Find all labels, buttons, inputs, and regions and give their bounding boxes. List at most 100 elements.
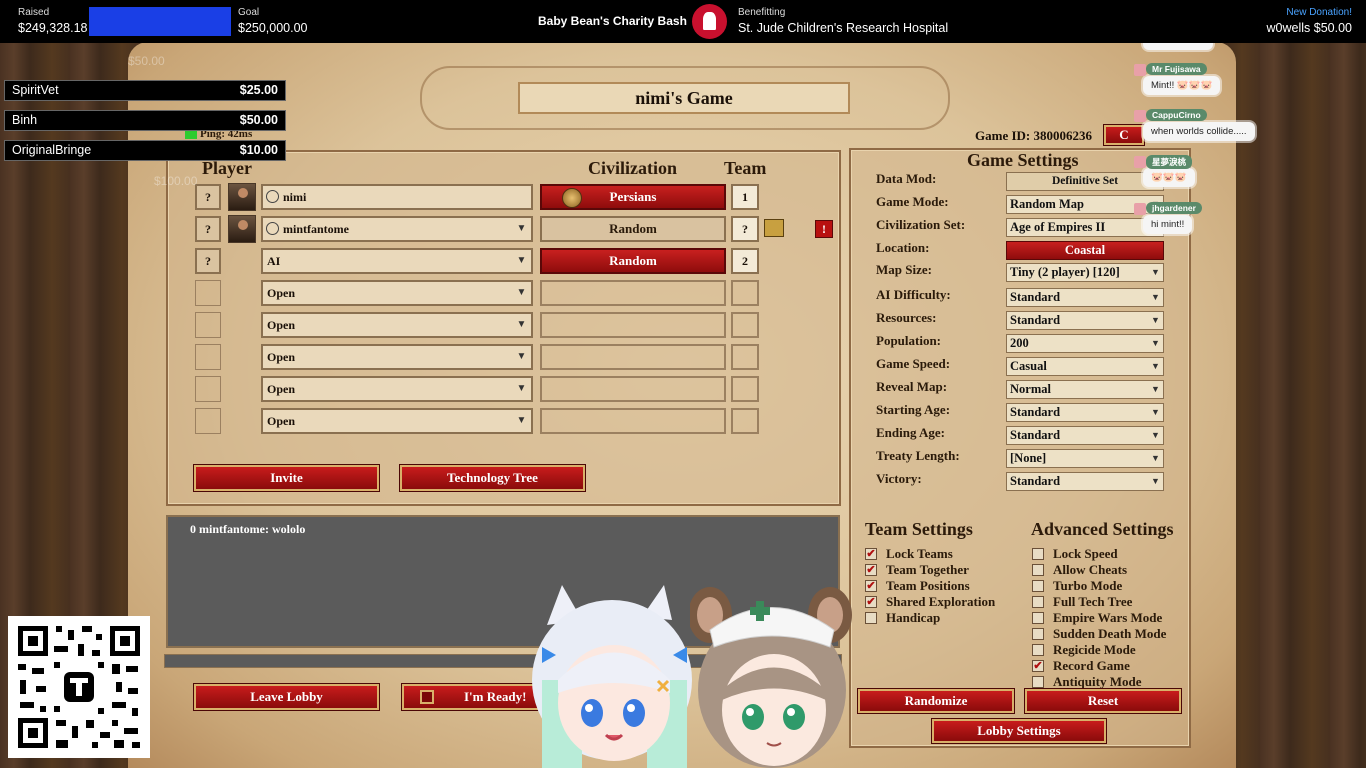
ending-age-select[interactable]: Standard ▼ bbox=[1006, 426, 1164, 445]
player-name: Open bbox=[267, 318, 296, 332]
player-slot[interactable]: Open ▼ bbox=[261, 312, 533, 338]
civilization-select[interactable] bbox=[540, 376, 726, 402]
setting-label: Game Speed: bbox=[876, 356, 951, 371]
checkbox-box[interactable] bbox=[1032, 612, 1044, 624]
player-slot[interactable]: Open ▼ bbox=[261, 376, 533, 402]
checkbox-label: Record Game bbox=[1053, 658, 1130, 673]
team-together-checkbox[interactable]: ✔ Team Together bbox=[865, 562, 969, 577]
team-select[interactable]: 2 bbox=[731, 248, 759, 274]
checkbox-box[interactable] bbox=[1032, 628, 1044, 640]
shared-exploration-checkbox[interactable]: ✔ Shared Exploration bbox=[865, 594, 995, 609]
player-slot[interactable]: nimi bbox=[261, 184, 533, 210]
chat-user-icon bbox=[1134, 203, 1146, 215]
checkbox-box[interactable] bbox=[1032, 644, 1044, 656]
chat-message: 0 mintfantome: wololo bbox=[190, 522, 306, 536]
player-color-button[interactable] bbox=[195, 376, 221, 402]
player-slot[interactable]: Open ▼ bbox=[261, 280, 533, 306]
player-slot[interactable]: mintfantome ▼ bbox=[261, 216, 533, 242]
player-color-button[interactable] bbox=[195, 408, 221, 434]
player-name: Open bbox=[267, 382, 296, 396]
ai-difficulty-select[interactable]: Standard ▼ bbox=[1006, 288, 1164, 307]
checkbox-box[interactable]: ✔ bbox=[865, 596, 877, 608]
team-select[interactable] bbox=[731, 376, 759, 402]
chevron-down-icon: ▼ bbox=[1151, 384, 1160, 394]
lobby-settings-button[interactable]: Lobby Settings bbox=[931, 718, 1107, 744]
player-color-button[interactable]: ? bbox=[195, 184, 221, 210]
kick-player-icon[interactable] bbox=[764, 219, 784, 237]
player-color-button[interactable] bbox=[195, 312, 221, 338]
randomize-button[interactable]: Randomize bbox=[857, 688, 1015, 714]
civilization-select[interactable] bbox=[540, 280, 726, 306]
map-size-select[interactable]: Tiny (2 player) [120] ▼ bbox=[1006, 263, 1164, 282]
advanced-settings-title: Advanced Settings bbox=[1031, 519, 1174, 539]
team-select[interactable] bbox=[731, 408, 759, 434]
checkbox-box[interactable]: ✔ bbox=[865, 580, 877, 592]
technology-tree-button[interactable]: Technology Tree bbox=[399, 464, 586, 492]
handicap-checkbox[interactable]: Handicap bbox=[865, 610, 940, 625]
stream-top-bar: Raised $249,328.18 Goal $250,000.00 Baby… bbox=[0, 0, 1366, 43]
checkbox-box[interactable] bbox=[865, 612, 877, 624]
checkbox-box[interactable] bbox=[1032, 548, 1044, 560]
reveal-map-select[interactable]: Normal ▼ bbox=[1006, 380, 1164, 399]
player-color-button[interactable] bbox=[195, 280, 221, 306]
checkbox-box[interactable] bbox=[1032, 676, 1044, 688]
team-select[interactable] bbox=[731, 344, 759, 370]
empire-wars-mode-checkbox[interactable]: Empire Wars Mode bbox=[1032, 610, 1162, 625]
setting-label: Location: bbox=[876, 240, 930, 255]
goal-value: $250,000.00 bbox=[238, 21, 308, 35]
player-color-button[interactable]: ? bbox=[195, 216, 221, 242]
header-player: Player bbox=[202, 158, 252, 178]
checkbox-box[interactable]: ✔ bbox=[865, 564, 877, 576]
team-select[interactable]: ? bbox=[731, 216, 759, 242]
record-game-checkbox[interactable]: ✔ Record Game bbox=[1032, 658, 1130, 673]
checkbox-label: Empire Wars Mode bbox=[1053, 610, 1163, 625]
select-value: Random Map bbox=[1010, 197, 1084, 211]
invite-button[interactable]: Invite bbox=[193, 464, 380, 492]
game-speed-select[interactable]: Casual ▼ bbox=[1006, 357, 1164, 376]
copy-id-button[interactable]: C bbox=[1103, 124, 1145, 146]
civilization-select[interactable]: Random bbox=[540, 216, 726, 242]
setting-label: Reveal Map: bbox=[876, 379, 948, 394]
victory-select[interactable]: Standard ▼ bbox=[1006, 472, 1164, 491]
sudden-death-mode-checkbox[interactable]: Sudden Death Mode bbox=[1032, 626, 1166, 641]
checkbox-box[interactable] bbox=[1032, 596, 1044, 608]
team-select[interactable]: 1 bbox=[731, 184, 759, 210]
checkbox-box[interactable] bbox=[1032, 580, 1044, 592]
population-select[interactable]: 200 ▼ bbox=[1006, 334, 1164, 353]
checkbox-box[interactable] bbox=[1032, 564, 1044, 576]
player-slot[interactable]: Open ▼ bbox=[261, 344, 533, 370]
player-color-button[interactable] bbox=[195, 344, 221, 370]
player-color-button[interactable]: ? bbox=[195, 248, 221, 274]
checkbox-box[interactable]: ✔ bbox=[865, 548, 877, 560]
leave-lobby-button[interactable]: Leave Lobby bbox=[193, 683, 380, 711]
st-jude-logo bbox=[692, 4, 727, 39]
allow-cheats-checkbox[interactable]: Allow Cheats bbox=[1032, 562, 1127, 577]
reset-button[interactable]: Reset bbox=[1024, 688, 1182, 714]
civilization-select[interactable] bbox=[540, 344, 726, 370]
treaty-length-select[interactable]: [None] ▼ bbox=[1006, 449, 1164, 468]
player-slot[interactable]: Open ▼ bbox=[261, 408, 533, 434]
civilization-select[interactable] bbox=[540, 312, 726, 338]
team-select[interactable] bbox=[731, 312, 759, 338]
lock-speed-checkbox[interactable]: Lock Speed bbox=[1032, 546, 1118, 561]
civilization-select[interactable] bbox=[540, 408, 726, 434]
team-select[interactable] bbox=[731, 280, 759, 306]
player-slot[interactable]: AI ▼ bbox=[261, 248, 533, 274]
civilization-select[interactable]: Random bbox=[540, 248, 726, 274]
location-button[interactable]: Coastal bbox=[1006, 241, 1164, 260]
full-tech-tree-checkbox[interactable]: Full Tech Tree bbox=[1032, 594, 1132, 609]
civilization-select[interactable]: Persians bbox=[540, 184, 726, 210]
warning-icon[interactable]: ! bbox=[815, 220, 833, 238]
regicide-mode-checkbox[interactable]: Regicide Mode bbox=[1032, 642, 1136, 657]
qr-code[interactable] bbox=[8, 616, 150, 758]
starting-age-select[interactable]: Standard ▼ bbox=[1006, 403, 1164, 422]
select-value: Casual bbox=[1010, 359, 1047, 373]
ready-checkbox[interactable] bbox=[420, 690, 434, 704]
checkbox-box[interactable]: ✔ bbox=[1032, 660, 1044, 672]
lock-teams-checkbox[interactable]: ✔ Lock Teams bbox=[865, 546, 953, 561]
civilization-set-select[interactable]: Age of Empires II▼ bbox=[1006, 218, 1164, 237]
team-positions-checkbox[interactable]: ✔ Team Positions bbox=[865, 578, 970, 593]
turbo-mode-checkbox[interactable]: Turbo Mode bbox=[1032, 578, 1122, 593]
antiquity-mode-checkbox[interactable]: Antiquity Mode bbox=[1032, 674, 1141, 689]
resources-select[interactable]: Standard ▼ bbox=[1006, 311, 1164, 330]
